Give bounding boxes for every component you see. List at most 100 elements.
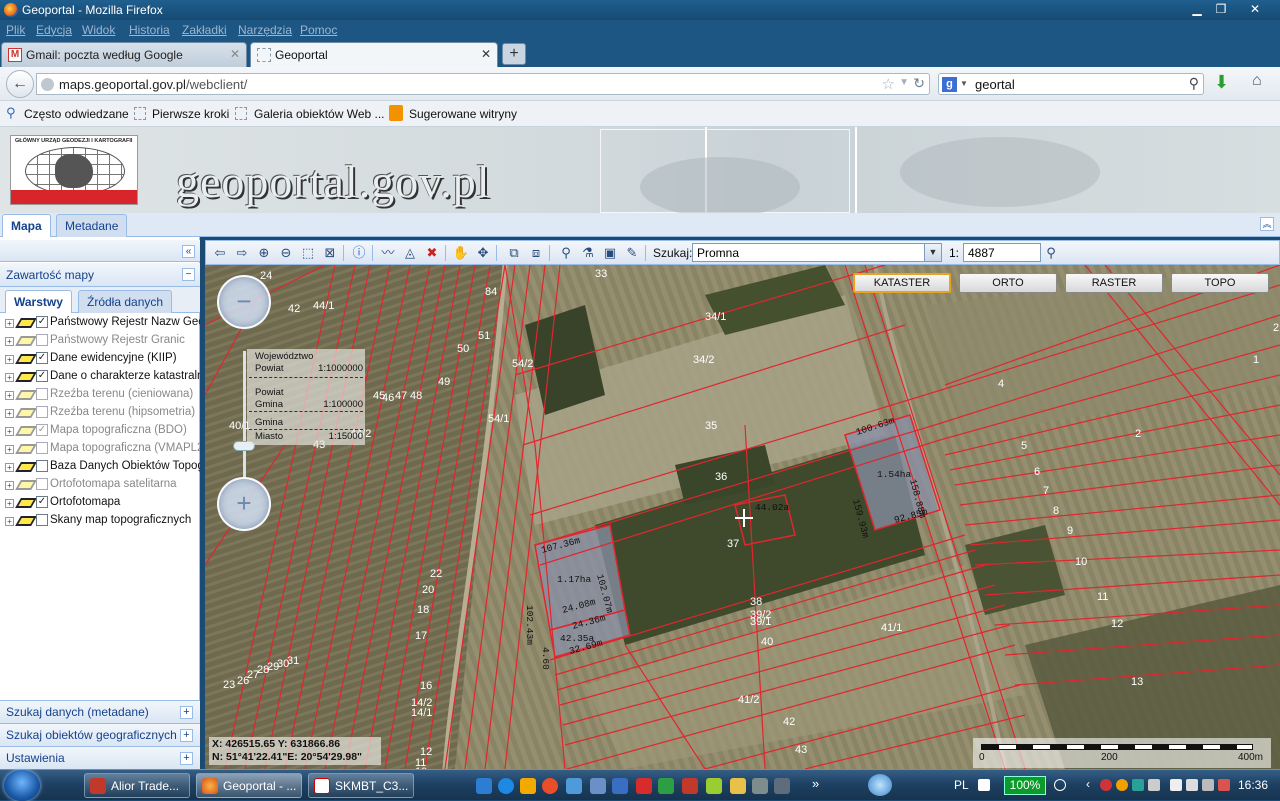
info-icon[interactable]: ⓘ — [350, 244, 368, 262]
search-metadata-section[interactable]: Szukaj danych (metadane) + — [0, 700, 200, 723]
network-icon[interactable] — [1186, 779, 1198, 791]
collapse-panel-icon[interactable]: « — [182, 245, 195, 258]
expand-layer-icon[interactable]: + — [5, 499, 14, 508]
reload-icon[interactable]: ↻ — [913, 75, 925, 92]
quicklaunch-icon[interactable] — [682, 778, 698, 794]
layer-row[interactable]: + Rzeźba terenu (cieniowana) — [0, 387, 200, 405]
menu-edycja[interactable]: Edycja — [36, 23, 72, 37]
language-indicator[interactable]: PL — [954, 778, 969, 792]
base-orto-button[interactable]: ORTO — [959, 273, 1057, 293]
search-geo-objects-section[interactable]: Szukaj obiektów geograficznych + — [0, 723, 200, 746]
download-icon[interactable]: ⬇ — [1214, 72, 1229, 93]
layer-checkbox[interactable] — [36, 334, 48, 346]
expand-layer-icon[interactable]: + — [5, 445, 14, 454]
layer-checkbox[interactable] — [36, 478, 48, 490]
zoom-box-icon[interactable]: ⬚ — [299, 244, 317, 262]
settings-section[interactable]: Ustawienia + — [0, 746, 200, 769]
full-extent-icon[interactable]: ⊠ — [321, 244, 339, 262]
save-icon[interactable]: ▣ — [601, 244, 619, 262]
close-tab-icon[interactable]: ✕ — [230, 47, 240, 61]
layer-row[interactable]: + ✓ Ortofotomapa — [0, 495, 200, 513]
expand-layer-icon[interactable]: + — [5, 355, 14, 364]
layer-checkbox[interactable]: ✓ — [36, 496, 48, 508]
bookmark-star-icon[interactable]: ☆ — [882, 75, 895, 93]
add-service-icon[interactable]: ⧈ — [527, 244, 545, 262]
measure-area-icon[interactable]: ◬ — [401, 244, 419, 262]
layer-checkbox[interactable] — [36, 406, 48, 418]
collapse-header-icon[interactable]: ︽ — [1260, 217, 1274, 231]
layer-row[interactable]: + Państwowy Rejestr Granic — [0, 333, 200, 351]
chevron-left-icon[interactable]: ‹ — [1086, 777, 1098, 791]
layer-row[interactable]: + Skany map topograficznych — [0, 513, 200, 531]
map-view[interactable]: 24333844244/1515034/134/2454/24947484546… — [205, 265, 1280, 769]
tab-geoportal[interactable]: Geoportal ✕ — [250, 42, 498, 67]
zoom-in-icon[interactable]: + — [217, 477, 271, 531]
search-map-icon[interactable]: ⚲ — [557, 244, 575, 262]
back-button[interactable]: ← — [6, 70, 34, 98]
zoom-to-scale-icon[interactable]: ⚲ — [1042, 244, 1060, 262]
edit-icon[interactable]: ✎ — [623, 244, 641, 262]
gugik-logo[interactable]: GŁÓWNY URZĄD GEODEZJI I KARTOGRAFII — [10, 135, 138, 205]
expand-layer-icon[interactable]: + — [5, 517, 14, 526]
more-icon[interactable]: » — [812, 776, 819, 791]
collapse-section-icon[interactable]: − — [182, 268, 195, 281]
quicklaunch-icon[interactable] — [752, 778, 768, 794]
layer-checkbox[interactable] — [36, 460, 48, 472]
layer-checkbox[interactable]: ✓ — [36, 316, 48, 328]
quicklaunch-icon[interactable] — [730, 778, 746, 794]
flask-icon[interactable]: ⚗ — [579, 244, 597, 262]
tray-icon[interactable] — [1148, 779, 1160, 791]
quicklaunch-icon[interactable] — [590, 778, 606, 794]
media-icon[interactable] — [520, 778, 536, 794]
search-engine-dropdown-icon[interactable]: ▼ — [960, 79, 968, 88]
taskbar-app-alior[interactable]: Alior Trade... — [84, 773, 190, 798]
bookmark-item[interactable]: Galeria obiektów Web ... — [254, 107, 385, 121]
zoom-slider-track[interactable] — [243, 351, 246, 479]
expand-layer-icon[interactable]: + — [5, 337, 14, 346]
ie-icon[interactable] — [498, 778, 514, 794]
zoom-out-icon[interactable]: − — [217, 275, 271, 329]
tray-icon[interactable] — [1132, 779, 1144, 791]
maximize-button[interactable]: ❐ — [1210, 1, 1232, 17]
site-identity-icon[interactable] — [41, 78, 54, 91]
tab-zrodla-danych[interactable]: Źródła danych — [78, 290, 173, 313]
bookmark-item[interactable]: Pierwsze kroki — [152, 107, 229, 121]
layer-row[interactable]: + ✓Dane o charakterze katastralnym — [0, 369, 200, 387]
next-extent-icon[interactable]: ⇨ — [233, 244, 251, 262]
close-window-button[interactable]: ✕ — [1244, 1, 1266, 17]
layer-checkbox[interactable] — [36, 388, 48, 400]
tray-icon[interactable] — [1100, 779, 1112, 791]
base-raster-button[interactable]: RASTER — [1065, 273, 1163, 293]
layer-checkbox[interactable]: ✓ — [36, 352, 48, 364]
layer-row[interactable]: + Baza Danych Obiektów Topograficznych — [0, 459, 200, 477]
scale-level-row[interactable]: Powiat — [255, 387, 365, 398]
new-tab-button[interactable]: + — [502, 43, 526, 65]
clock[interactable]: 16:36 — [1238, 778, 1268, 792]
base-topo-button[interactable]: TOPO — [1171, 273, 1269, 293]
pan-tool-icon[interactable]: ✥ — [474, 244, 492, 262]
web-search-box[interactable]: g ▼ geortal ⚲ — [938, 73, 1204, 95]
layer-checkbox[interactable] — [36, 442, 48, 454]
scale-level-row[interactable]: Powiat 1:1000000 — [255, 363, 365, 374]
quicklaunch-icon[interactable] — [658, 778, 674, 794]
tab-mapa[interactable]: Mapa — [2, 214, 51, 237]
tray-icon[interactable] — [1170, 779, 1182, 791]
url-dropdown-icon[interactable]: ▼ — [899, 77, 909, 88]
quicklaunch-icon[interactable] — [612, 778, 628, 794]
tab-metadane[interactable]: Metadane — [56, 214, 128, 237]
tray-icon[interactable] — [1054, 779, 1066, 791]
menu-widok[interactable]: Widok — [82, 23, 115, 37]
search-query[interactable]: geortal — [975, 77, 1015, 92]
scale-level-row[interactable]: Gmina 1:100000 — [255, 399, 365, 410]
flag-icon[interactable] — [1218, 779, 1230, 791]
home-icon[interactable]: ⌂ — [1252, 72, 1262, 90]
map-contents-header[interactable]: Zawartość mapy − — [0, 263, 200, 287]
start-button[interactable] — [4, 770, 40, 801]
layer-row[interactable]: + ✓Państwowy Rejestr Nazw Geograficznych — [0, 315, 200, 333]
expand-layer-icon[interactable]: + — [5, 373, 14, 382]
layer-checkbox[interactable] — [36, 514, 48, 526]
expand-layer-icon[interactable]: + — [5, 409, 14, 418]
expand-layer-icon[interactable]: + — [5, 391, 14, 400]
pan-hand-icon[interactable]: ✋ — [452, 244, 470, 262]
layer-checkbox[interactable]: ✓ — [36, 370, 48, 382]
